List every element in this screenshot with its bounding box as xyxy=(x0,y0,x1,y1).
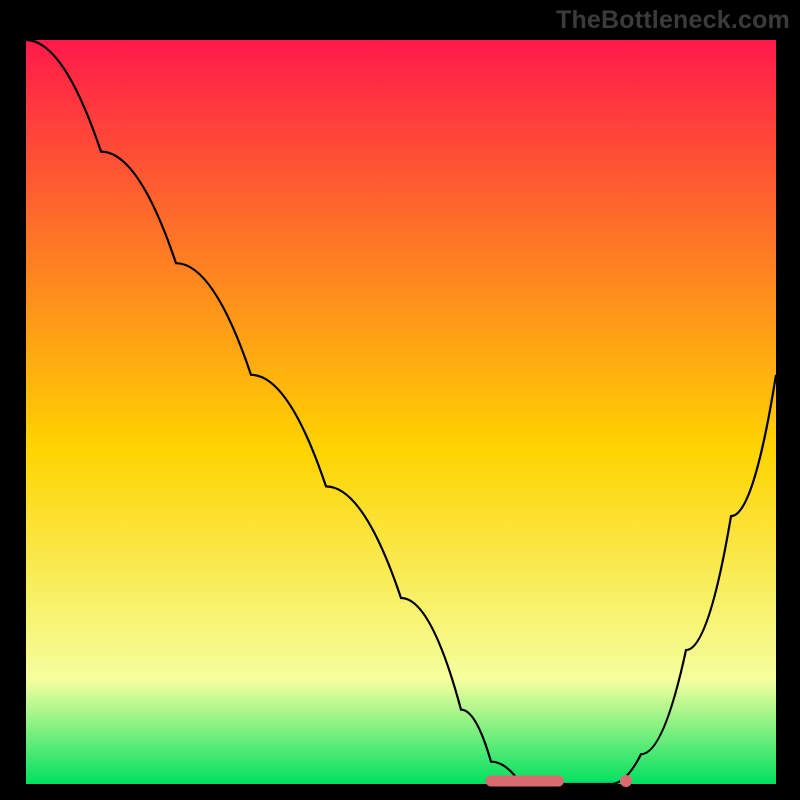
bottleneck-chart xyxy=(0,0,800,800)
flat-end-dot xyxy=(620,775,632,787)
plot-background xyxy=(26,40,776,784)
chart-card: TheBottleneck.com xyxy=(0,0,800,800)
